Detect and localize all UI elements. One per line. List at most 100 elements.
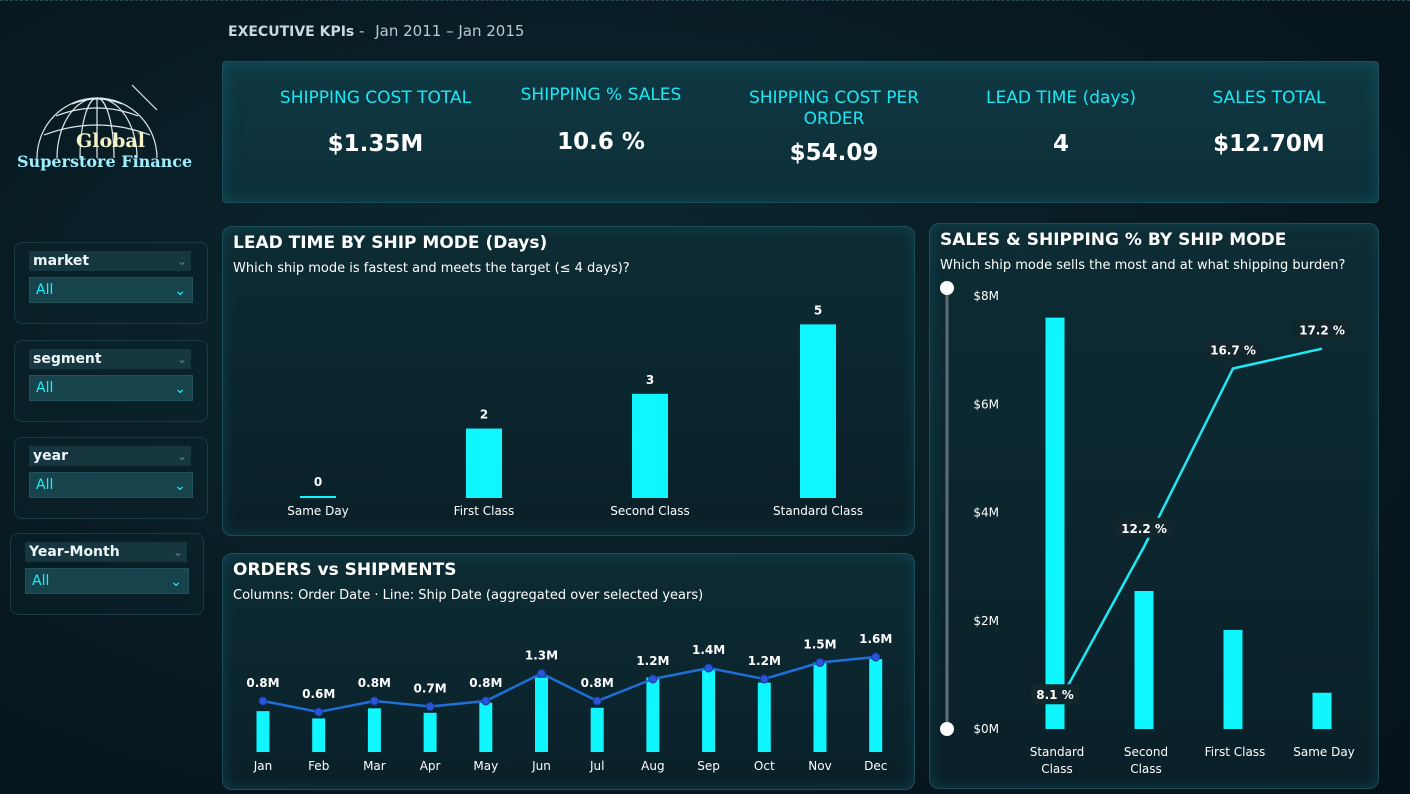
chevron-down-icon: ⌄: [176, 449, 187, 463]
data-label: 1.4M: [692, 643, 725, 657]
top-divider: [0, 0, 1410, 3]
line-point[interactable]: [481, 696, 491, 706]
chevron-down-icon: ⌄: [170, 574, 182, 590]
kpi-label: LEAD TIME (days): [986, 88, 1136, 108]
line-point[interactable]: [704, 663, 714, 673]
month-label: Jan: [253, 759, 273, 773]
kpi-value: 4: [1052, 131, 1069, 157]
filter-label: segment: [33, 351, 102, 367]
lead-time-chart: 0 Same Day 2 First Class 3 Second Class 5 Stand…: [287, 303, 863, 518]
line-point[interactable]: [425, 702, 435, 711]
order-bar[interactable]: [646, 677, 660, 752]
sales-bar[interactable]: [1312, 692, 1332, 729]
sales-shipping-panel: SALES & SHIPPING % BY SHIP MODE Which sh…: [929, 223, 1379, 789]
segment-dropdown[interactable]: All ⌄: [29, 375, 193, 401]
order-bar[interactable]: [590, 707, 604, 752]
sales-bar[interactable]: [1134, 590, 1154, 729]
orders-panel: ORDERS vs SHIPMENTS Columns: Order Date …: [222, 553, 915, 790]
kpi-bar: SHIPPING COST TOTAL $1.35M SHIPPING % SA…: [222, 61, 1379, 203]
kpi-label: SHIPPING COST TOTAL: [279, 88, 472, 108]
lead-bar[interactable]: [300, 496, 336, 498]
line-point[interactable]: [314, 707, 324, 717]
kpi-shipping-pct-sales: SHIPPING % SALES 10.6 %: [506, 85, 696, 155]
sales-bar[interactable]: [1045, 317, 1065, 729]
data-label: 2: [480, 408, 488, 422]
data-label: 1.6M: [859, 632, 892, 646]
pct-label: 17.2 %: [1299, 324, 1345, 338]
date-range: Jan 2011 – Jan 2015: [375, 22, 525, 40]
brand-logo: Global Superstore Finance: [14, 80, 204, 180]
lead-time-panel: LEAD TIME BY SHIP MODE (Days) Which ship…: [222, 226, 915, 536]
year-dropdown[interactable]: All ⌄: [29, 472, 193, 498]
data-label: 1.2M: [748, 654, 781, 668]
chevron-down-icon: ⌄: [176, 352, 187, 366]
data-label: 1.2M: [636, 654, 669, 668]
order-bar[interactable]: [757, 682, 771, 752]
month-label: Apr: [420, 759, 441, 773]
filter-label: market: [33, 253, 90, 269]
lead-bar[interactable]: [632, 393, 668, 498]
kpi-value: $12.70M: [1213, 131, 1325, 157]
order-bar[interactable]: [813, 662, 827, 752]
y-tick-label: $2M: [973, 614, 999, 628]
order-bar[interactable]: [869, 659, 883, 752]
category-label: Same Day: [287, 504, 349, 518]
shipments-line: [262, 655, 876, 714]
line-point[interactable]: [369, 696, 379, 706]
line-point[interactable]: [815, 658, 825, 667]
line-point[interactable]: [759, 674, 769, 684]
range-slider-handle-bottom[interactable]: [940, 722, 954, 736]
sales-shipping-chart: $0M $2M $4M $6M $8M Standard Class Second Class F…: [940, 281, 1355, 776]
data-label: 1.3M: [525, 649, 558, 663]
data-label: 0: [314, 475, 322, 489]
kpi-shipping-cost-per-order: SHIPPING COST PER ORDER $54.09: [734, 88, 934, 166]
order-bar[interactable]: [256, 711, 270, 752]
kpi-label: SHIPPING COST PER ORDER: [748, 88, 920, 129]
month-label: Nov: [808, 759, 831, 773]
page-header: EXECUTIVE KPIs - Jan 2011 – Jan 2015: [228, 22, 524, 40]
dropdown-value: All: [36, 380, 54, 396]
dropdown-value: All: [36, 477, 54, 493]
month-label: Jul: [589, 759, 604, 773]
logo-text-global: Global: [76, 130, 145, 152]
chevron-down-icon: ⌄: [174, 478, 186, 494]
chevron-down-icon: ⌄: [174, 381, 186, 397]
data-label: 0.6M: [302, 687, 335, 701]
y-tick-label: $4M: [973, 506, 999, 520]
logo-text-superstore: Superstore Finance: [17, 152, 193, 171]
year-month-dropdown[interactable]: All ⌄: [25, 568, 189, 594]
data-label: 0.8M: [358, 676, 391, 690]
month-label: Aug: [641, 759, 664, 773]
pct-label: 12.2 %: [1121, 522, 1167, 536]
filter-year-month: Year-Month ⌄ All ⌄: [10, 533, 204, 615]
order-bar[interactable]: [367, 708, 381, 752]
order-bar[interactable]: [702, 668, 716, 752]
order-bar[interactable]: [535, 677, 548, 752]
order-bar[interactable]: [423, 712, 437, 752]
lead-bar[interactable]: [800, 324, 836, 498]
category-label: Class: [1041, 762, 1073, 776]
data-label: 0.8M: [469, 676, 502, 690]
lead-bar[interactable]: [466, 428, 502, 498]
order-bar[interactable]: [312, 718, 326, 752]
market-dropdown[interactable]: All ⌄: [29, 277, 193, 303]
pct-label: 16.7 %: [1210, 344, 1256, 358]
sales-bar[interactable]: [1223, 629, 1243, 729]
range-slider-handle-top[interactable]: [940, 281, 954, 295]
category-label: Standard Class: [773, 504, 863, 518]
header-separator: -: [359, 22, 365, 40]
chevron-down-icon: ⌄: [174, 283, 186, 299]
chevron-down-icon: ⌄: [172, 545, 183, 559]
filter-year: year ⌄ All ⌄: [14, 437, 208, 519]
line-point[interactable]: [592, 696, 602, 706]
category-label: Class: [1130, 762, 1162, 776]
y-tick-label: $6M: [973, 397, 999, 411]
order-bar[interactable]: [479, 702, 493, 752]
kpi-lead-time: LEAD TIME (days) 4: [971, 88, 1151, 157]
line-point[interactable]: [871, 652, 881, 662]
line-point[interactable]: [537, 669, 546, 678]
data-label: 3: [646, 373, 654, 387]
category-label: Same Day: [1293, 745, 1355, 759]
line-point[interactable]: [258, 696, 268, 706]
line-point[interactable]: [648, 674, 658, 684]
